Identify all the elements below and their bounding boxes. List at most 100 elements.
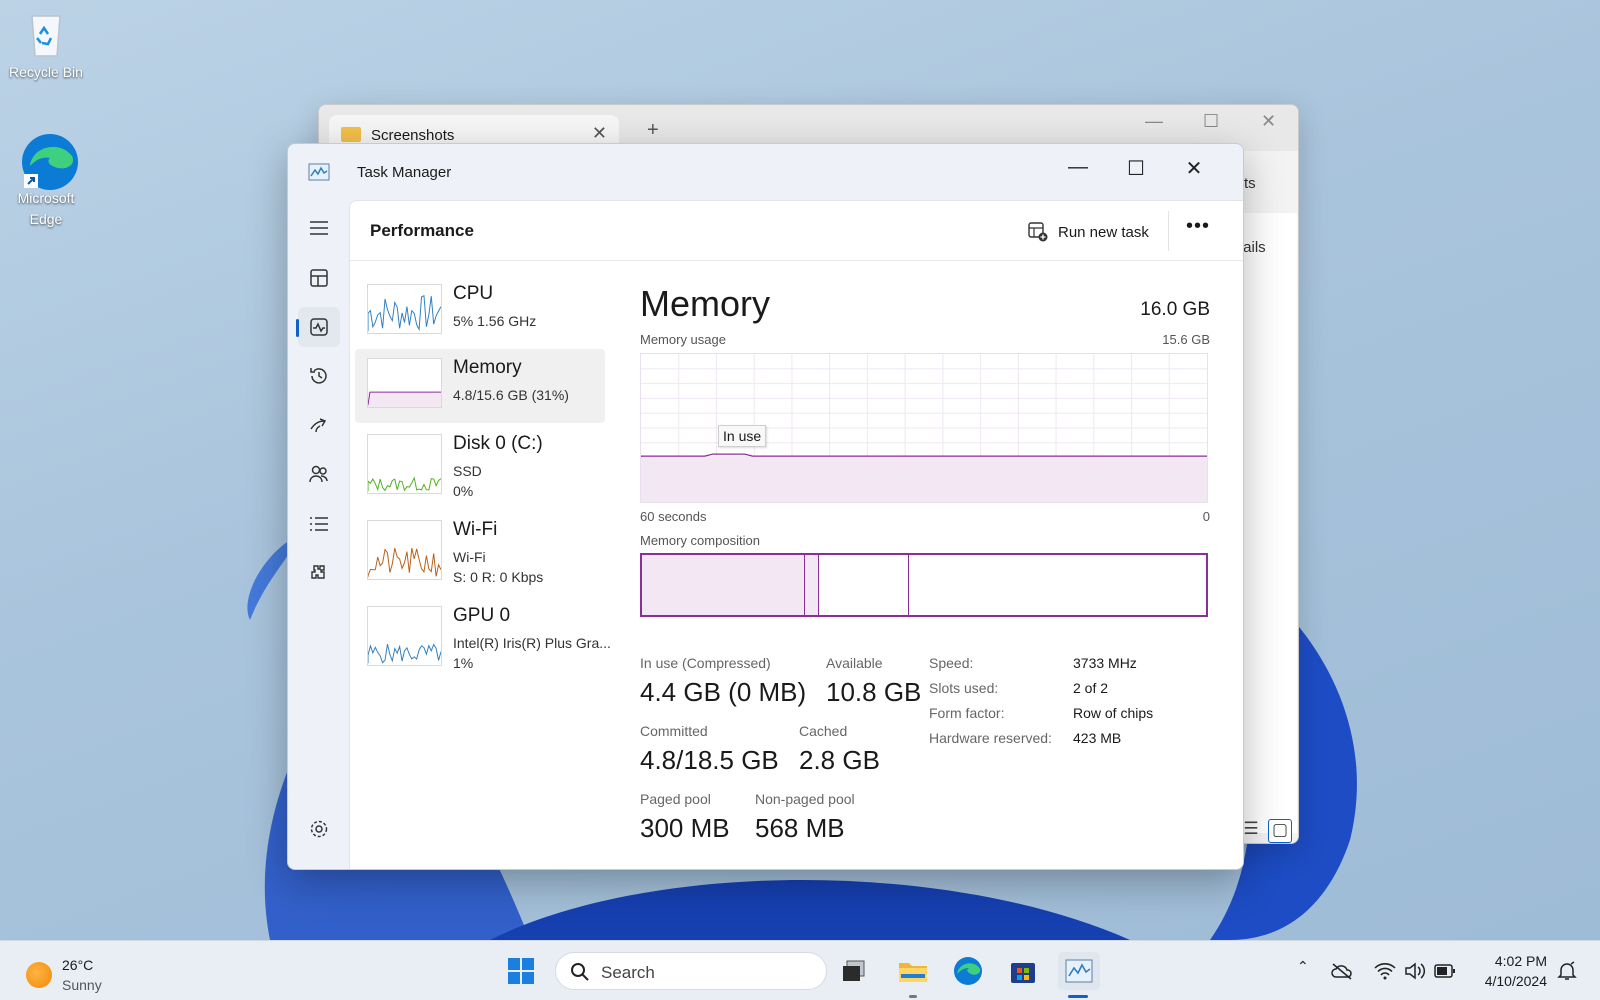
tiles-view-icon[interactable]: ▢ bbox=[1268, 819, 1292, 843]
clock-time: 4:02 PM bbox=[1494, 953, 1547, 969]
task-manager-app-icon bbox=[308, 163, 330, 181]
nav-rail bbox=[288, 200, 348, 869]
desktop-icon-edge[interactable]: Microsoft Edge bbox=[6, 132, 86, 230]
resource-name: Memory bbox=[453, 357, 522, 378]
maximize-button[interactable]: ☐ bbox=[1121, 156, 1151, 186]
available-label: Available bbox=[826, 655, 883, 671]
nav-users[interactable] bbox=[298, 454, 340, 494]
explorer-close-button[interactable]: ✕ bbox=[1261, 111, 1276, 132]
window-title: Task Manager bbox=[357, 164, 452, 181]
battery-tray[interactable] bbox=[1430, 953, 1460, 989]
resource-item-memory[interactable]: Memory 4.8/15.6 GB (31%) bbox=[355, 349, 605, 423]
taskbar-store[interactable] bbox=[1005, 953, 1041, 989]
resource-detail: SSD bbox=[453, 463, 482, 479]
onedrive-tray[interactable] bbox=[1327, 953, 1357, 989]
resource-name: Wi-Fi bbox=[453, 519, 498, 540]
close-tab-icon[interactable]: ✕ bbox=[592, 123, 607, 144]
spec-key: Form factor: bbox=[929, 705, 1005, 721]
taskbar-file-explorer[interactable] bbox=[895, 953, 931, 989]
hamburger-menu-button[interactable] bbox=[298, 208, 340, 248]
nav-performance[interactable] bbox=[296, 307, 340, 347]
task-view-button[interactable] bbox=[836, 953, 872, 989]
memory-detail-panel: Memory 16.0 GB Memory usage 15.6 GB In u… bbox=[640, 261, 1210, 861]
taskbar-search[interactable]: Search bbox=[555, 952, 827, 990]
edge-icon bbox=[954, 957, 982, 985]
memory-composition-label: Memory composition bbox=[640, 533, 760, 548]
spec-value: 3733 MHz bbox=[1073, 655, 1137, 671]
header-divider bbox=[1168, 211, 1169, 251]
task-view-icon bbox=[843, 960, 865, 981]
resource-detail: 0% bbox=[453, 483, 474, 499]
explorer-partial-text: ts bbox=[1244, 175, 1256, 192]
new-tab-button[interactable]: + bbox=[647, 119, 659, 142]
explorer-body bbox=[1239, 213, 1297, 833]
sun-icon bbox=[26, 962, 52, 988]
details-icon bbox=[310, 517, 328, 531]
cpu-thumbnail-graph bbox=[367, 284, 442, 334]
weather-widget[interactable]: 26°C Sunny bbox=[26, 955, 102, 995]
memory-usage-label: Memory usage bbox=[640, 332, 726, 347]
wifi-icon bbox=[1374, 963, 1396, 980]
resource-name: CPU bbox=[453, 283, 494, 304]
services-icon bbox=[311, 565, 325, 579]
resource-item-gpu[interactable]: GPU 0 Intel(R) Iris(R) Plus Gra... 1% bbox=[355, 597, 611, 671]
paged-pool-label: Paged pool bbox=[640, 791, 711, 807]
show-hidden-icons-button[interactable]: ⌃ bbox=[1297, 958, 1309, 975]
resource-item-disk[interactable]: Disk 0 (C:) SSD 0% bbox=[355, 425, 605, 499]
explorer-minimize-button[interactable]: — bbox=[1145, 111, 1163, 132]
run-new-task-label: Run new task bbox=[1058, 223, 1149, 241]
edge-icon bbox=[20, 132, 78, 190]
run-new-task-button[interactable]: Run new task bbox=[1028, 217, 1149, 247]
resource-detail: Intel(R) Iris(R) Plus Gra... bbox=[453, 635, 611, 651]
resource-detail: 4.8/15.6 GB (31%) bbox=[453, 387, 569, 403]
graph-axis-left: 60 seconds bbox=[640, 509, 707, 524]
resource-detail: S: 0 R: 0 Kbps bbox=[453, 569, 544, 585]
resource-item-cpu[interactable]: CPU 5% 1.56 GHz bbox=[355, 275, 605, 349]
close-button[interactable]: ✕ bbox=[1179, 156, 1209, 186]
title-bar: Task Manager — ☐ ✕ bbox=[288, 144, 1243, 200]
notification-bell-icon bbox=[1557, 961, 1577, 980]
windows-logo-icon bbox=[508, 958, 534, 984]
minimize-button[interactable]: — bbox=[1063, 156, 1093, 186]
taskbar-task-manager[interactable] bbox=[1058, 952, 1100, 990]
more-options-button[interactable]: ••• bbox=[1182, 213, 1214, 245]
hamburger-icon bbox=[310, 221, 328, 235]
task-manager-window: Task Manager — ☐ ✕ Performance Run new t… bbox=[287, 143, 1244, 870]
nav-app-history[interactable] bbox=[298, 356, 340, 396]
spec-key: Slots used: bbox=[929, 680, 999, 696]
active-indicator bbox=[1068, 995, 1088, 998]
start-button[interactable] bbox=[503, 953, 539, 989]
disk-thumbnail-graph bbox=[367, 434, 442, 494]
resource-name: GPU 0 bbox=[453, 605, 511, 626]
resource-detail: 5% 1.56 GHz bbox=[453, 313, 537, 329]
explorer-tab-label: Screenshots bbox=[371, 127, 455, 144]
resource-item-wifi[interactable]: Wi-Fi Wi-Fi S: 0 R: 0 Kbps bbox=[355, 511, 605, 585]
nav-settings[interactable] bbox=[298, 809, 340, 849]
non-paged-pool-value: 568 MB bbox=[755, 813, 845, 843]
resource-title: Memory bbox=[640, 283, 771, 324]
folder-icon bbox=[341, 127, 361, 142]
notifications-button[interactable] bbox=[1554, 953, 1580, 989]
composition-in-use bbox=[642, 555, 805, 615]
gpu-thumbnail-graph bbox=[367, 606, 442, 666]
nav-startup-apps[interactable] bbox=[298, 405, 340, 445]
nav-details[interactable] bbox=[298, 504, 340, 544]
nav-processes[interactable] bbox=[298, 258, 340, 298]
taskbar-edge[interactable] bbox=[950, 953, 986, 989]
clock[interactable]: 4:02 PM 4/10/2024 bbox=[1465, 951, 1547, 991]
spec-key: Hardware reserved: bbox=[929, 730, 1052, 746]
battery-icon bbox=[1434, 964, 1455, 978]
in-use-label: In use (Compressed) bbox=[640, 655, 771, 671]
cloud-offline-icon bbox=[1331, 963, 1352, 980]
spec-value: 423 MB bbox=[1073, 730, 1122, 746]
explorer-maximize-button[interactable]: ☐ bbox=[1203, 111, 1219, 132]
in-use-value: 4.4 GB (0 MB) bbox=[640, 677, 807, 707]
desktop-icon-label: Recycle Bin bbox=[9, 64, 83, 80]
volume-icon bbox=[1405, 962, 1426, 980]
desktop-icon-recycle-bin[interactable]: Recycle Bin bbox=[6, 6, 86, 83]
search-icon bbox=[571, 963, 589, 981]
non-paged-pool-label: Non-paged pool bbox=[755, 791, 855, 807]
nav-services[interactable] bbox=[298, 553, 340, 593]
volume-tray[interactable] bbox=[1400, 953, 1430, 989]
wifi-tray[interactable] bbox=[1370, 953, 1400, 989]
